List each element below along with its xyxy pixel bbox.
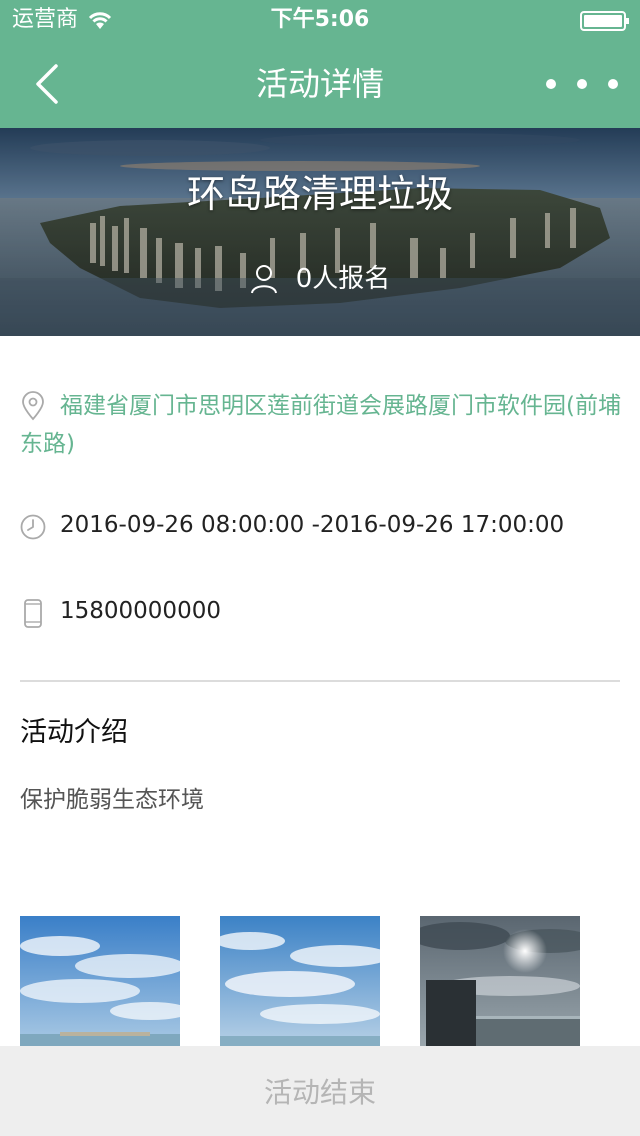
status-time: 下午5:06 <box>270 7 370 32</box>
signup-count-label: 0人报名 <box>295 264 391 294</box>
time-row: 2016-09-26 08:00:00 -2016-09-26 17:00:00 <box>20 510 620 542</box>
city-aerial-photo <box>0 128 640 336</box>
gallery-photo[interactable] <box>220 916 380 1046</box>
page-title: 活动详情 <box>255 65 384 103</box>
gallery-photo[interactable] <box>20 916 180 1046</box>
time-range-text: 2016-09-26 08:00:00 -2016-09-26 17:00:00 <box>60 512 565 538</box>
status-bar: 运营商 下午5:06 <box>0 0 640 40</box>
user-icon <box>250 265 277 294</box>
nav-bar: 活动详情 <box>0 40 640 128</box>
divider <box>20 680 620 682</box>
signup-count: 0人报名 <box>0 262 640 296</box>
more-button[interactable] <box>546 64 618 104</box>
gallery-photo[interactable] <box>420 916 580 1046</box>
more-dot-icon <box>577 79 587 89</box>
battery-icon <box>580 11 629 31</box>
activity-title: 环岛路清理垃圾 <box>186 172 453 216</box>
photo-gallery <box>20 916 620 1046</box>
address-text: 福建省厦门市思明区莲前街道会展路厦门市软件园(前埔东路) <box>20 393 621 457</box>
clock-icon <box>20 514 46 540</box>
phone-icon <box>24 599 42 628</box>
activity-ended-button[interactable]: 活动结束 <box>0 1046 640 1136</box>
activity-ended-label: 活动结束 <box>263 1076 376 1109</box>
address-row[interactable]: 福建省厦门市思明区莲前街道会展路厦门市软件园(前埔东路) <box>20 387 625 463</box>
location-pin-icon <box>22 391 44 421</box>
phone-number: 15800000000 <box>60 598 221 624</box>
phone-row[interactable]: 15800000000 <box>20 596 620 628</box>
more-dot-icon <box>608 79 618 89</box>
intro-text: 保护脆弱生态环境 <box>20 787 204 813</box>
intro-heading: 活动介绍 <box>20 717 128 748</box>
more-dot-icon <box>546 79 556 89</box>
hero-banner: 环岛路清理垃圾 0人报名 <box>0 128 640 336</box>
